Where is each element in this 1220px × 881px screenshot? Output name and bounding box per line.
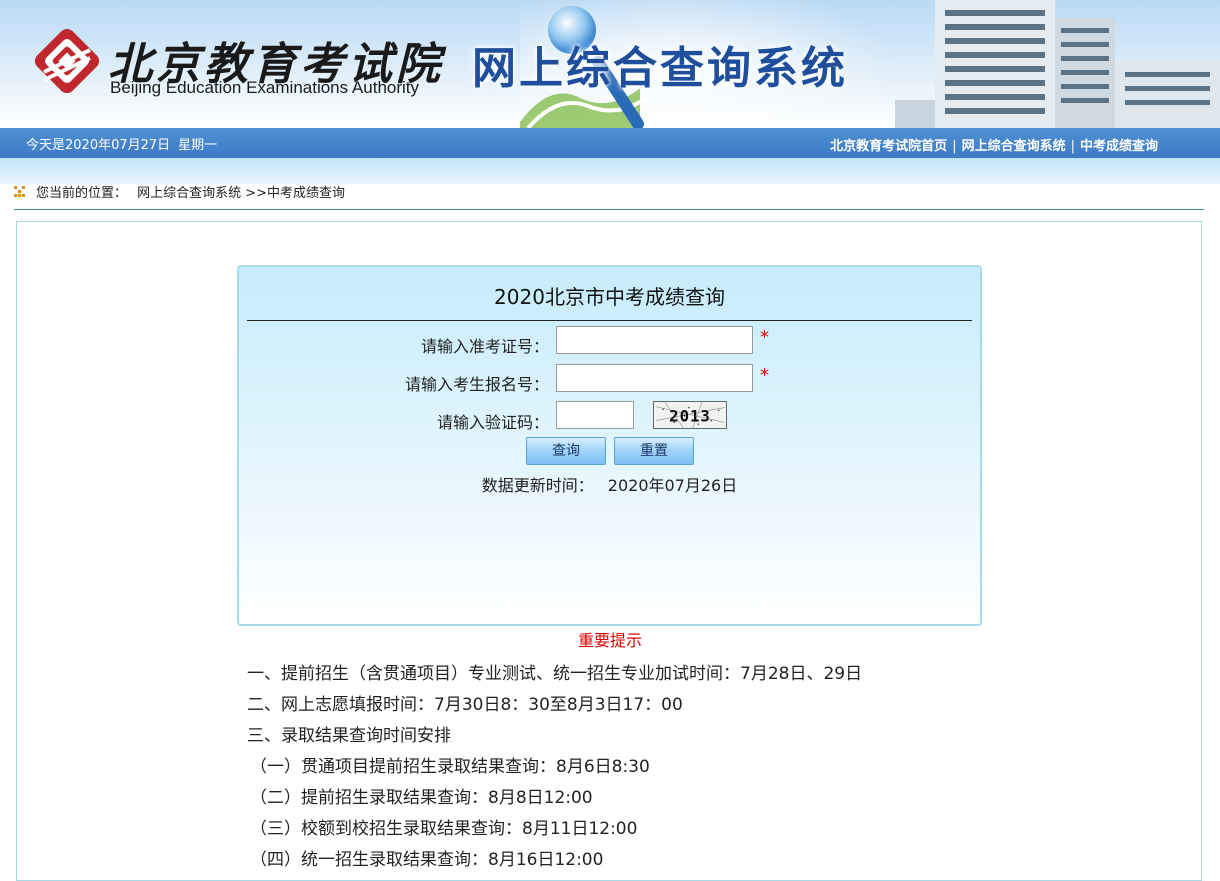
nav-link-score-query[interactable]: 中考成绩查询 <box>1080 139 1158 154</box>
query-button[interactable]: 查询 <box>526 437 606 465</box>
nav-link-home[interactable]: 北京教育考试院首页 <box>830 139 947 154</box>
score-query-panel: 2020北京市中考成绩查询 请输入准考证号： * 请输入考生报名号： * 请输入… <box>237 265 982 626</box>
location-dots-icon <box>14 186 25 197</box>
notice-line-7: （四）统一招生录取结果查询：8月16日12:00 <box>250 850 604 870</box>
query-panel-divider <box>247 320 972 321</box>
nav-link-query-system[interactable]: 网上综合查询系统 <box>962 139 1066 154</box>
data-update-time: 数据更新时间： 2020年07月26日 <box>239 472 980 496</box>
notice-line-1: 一、提前招生（含贯通项目）专业测试、统一招生专业加试时间：7月28日、29日 <box>247 664 863 684</box>
nav-separator: | <box>1070 139 1075 154</box>
reg-no-required-mark: * <box>760 365 769 386</box>
building-illustration <box>895 0 1220 128</box>
system-title: 网上综合查询系统 <box>472 43 848 94</box>
beea-logo-icon <box>34 28 100 94</box>
breadcrumb-current: >>中考成绩查询 <box>245 186 345 201</box>
breadcrumb-home-link[interactable]: 网上综合查询系统 <box>137 186 241 201</box>
nav-links: 北京教育考试院首页 | 网上综合查询系统 | 中考成绩查询 <box>830 135 1158 154</box>
breadcrumb-background <box>0 158 1220 184</box>
nav-separator: | <box>952 139 957 154</box>
breadcrumb-label: 您当前的位置： <box>36 186 128 201</box>
important-notice-title: 重要提示 <box>577 631 642 650</box>
notice-line-5: （二）提前招生录取结果查询：8月8日12:00 <box>250 788 593 808</box>
breadcrumb: 您当前的位置： 网上综合查询系统 >>中考成绩查询 <box>14 182 345 201</box>
captcha-label: 请输入验证码： <box>436 413 549 432</box>
update-time-value: 2020年07月26日 <box>607 476 738 495</box>
today-date: 今天是2020年07月27日 星期一 <box>26 134 225 153</box>
notice-line-4: （一）贯通项目提前招生录取结果查询：8月6日8:30 <box>250 757 650 777</box>
reg-no-input[interactable] <box>556 364 753 392</box>
captcha-input[interactable] <box>556 401 634 429</box>
notice-line-3: 三、录取结果查询时间安排 <box>247 726 451 746</box>
query-panel-title: 2020北京市中考成绩查询 <box>494 285 725 309</box>
captcha-image[interactable]: 2013 <box>653 401 727 429</box>
exam-id-required-mark: * <box>760 327 769 348</box>
date-text: 今天是2020年07月27日 <box>26 138 171 153</box>
exam-id-input[interactable] <box>556 326 753 354</box>
top-nav-bar: 今天是2020年07月27日 星期一 北京教育考试院首页 | 网上综合查询系统 | 中考成… <box>0 128 1220 158</box>
update-time-label: 数据更新时间： <box>481 476 594 495</box>
notice-line-6: （三）校额到校招生录取结果查询：8月11日12:00 <box>250 819 638 839</box>
notice-line-2: 二、网上志愿填报时间：7月30日8：30至8月3日17：00 <box>247 695 683 715</box>
header-banner: 北京教育考试院 Beijing Education Examinations A… <box>0 0 1220 128</box>
captcha-text: 2013 <box>669 407 711 426</box>
reset-button[interactable]: 重置 <box>614 437 694 465</box>
exam-id-label: 请输入准考证号： <box>420 337 549 356</box>
reg-no-label: 请输入考生报名号： <box>404 375 549 394</box>
breadcrumb-divider <box>14 209 1204 210</box>
org-name-en: Beijing Education Examinations Authority <box>110 78 420 97</box>
weekday-text: 星期一 <box>178 138 218 153</box>
